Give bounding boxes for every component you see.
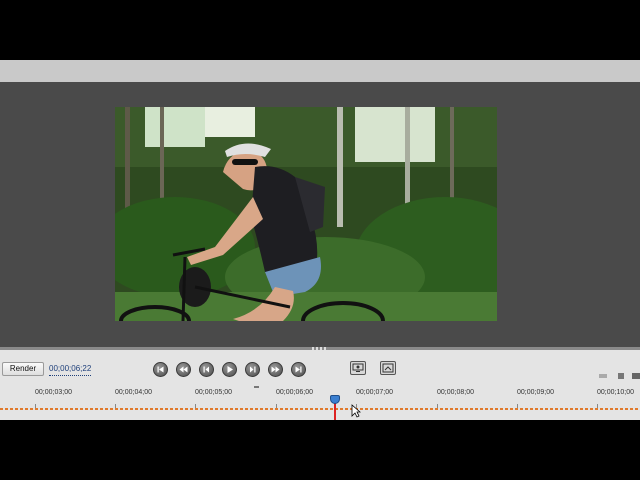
ruler-marker: [254, 386, 259, 388]
render-button[interactable]: Render: [2, 362, 44, 376]
go-to-start-icon[interactable]: [153, 362, 168, 377]
panel-title-strip: [0, 60, 640, 82]
ruler-label: 00;00;09;00: [517, 389, 554, 396]
video-frame-image: [115, 107, 497, 321]
ruler-label: 00;00;03;00: [35, 389, 72, 396]
letterbox-top: [0, 0, 640, 60]
next-edit-icon[interactable]: [268, 362, 283, 377]
video-preview[interactable]: [115, 107, 497, 321]
screen: Render 00;00;06;22 00;00;03;00 00;00;04;…: [0, 0, 640, 480]
view-toggle-large-icon[interactable]: [632, 366, 640, 379]
transport-bar: [0, 350, 640, 386]
letterbox-bottom: [0, 420, 640, 480]
safe-margins-icon[interactable]: [350, 361, 366, 375]
current-timecode[interactable]: 00;00;06;22: [49, 362, 92, 376]
step-back-icon[interactable]: [199, 362, 214, 377]
previous-edit-icon[interactable]: [176, 362, 191, 377]
go-to-end-icon[interactable]: [291, 362, 306, 377]
ruler-label: 00;00;08;00: [437, 389, 474, 396]
ruler-label: 00;00;06;00: [276, 389, 313, 396]
ruler-label: 00;00;10;00: [597, 389, 634, 396]
playhead-line[interactable]: [334, 403, 336, 420]
ruler-label: 00;00;07;00: [356, 389, 393, 396]
view-toggle-small-icon[interactable]: [599, 366, 607, 378]
ruler-label: 00;00;04;00: [115, 389, 152, 396]
work-area-bar[interactable]: [0, 408, 640, 410]
step-forward-icon[interactable]: [245, 362, 260, 377]
fit-to-window-icon[interactable]: [380, 361, 396, 375]
mouse-pointer-icon: [351, 404, 362, 418]
view-toggle-medium-icon[interactable]: [617, 366, 625, 379]
play-icon[interactable]: [222, 362, 237, 377]
ruler-label: 00;00;05;00: [195, 389, 232, 396]
